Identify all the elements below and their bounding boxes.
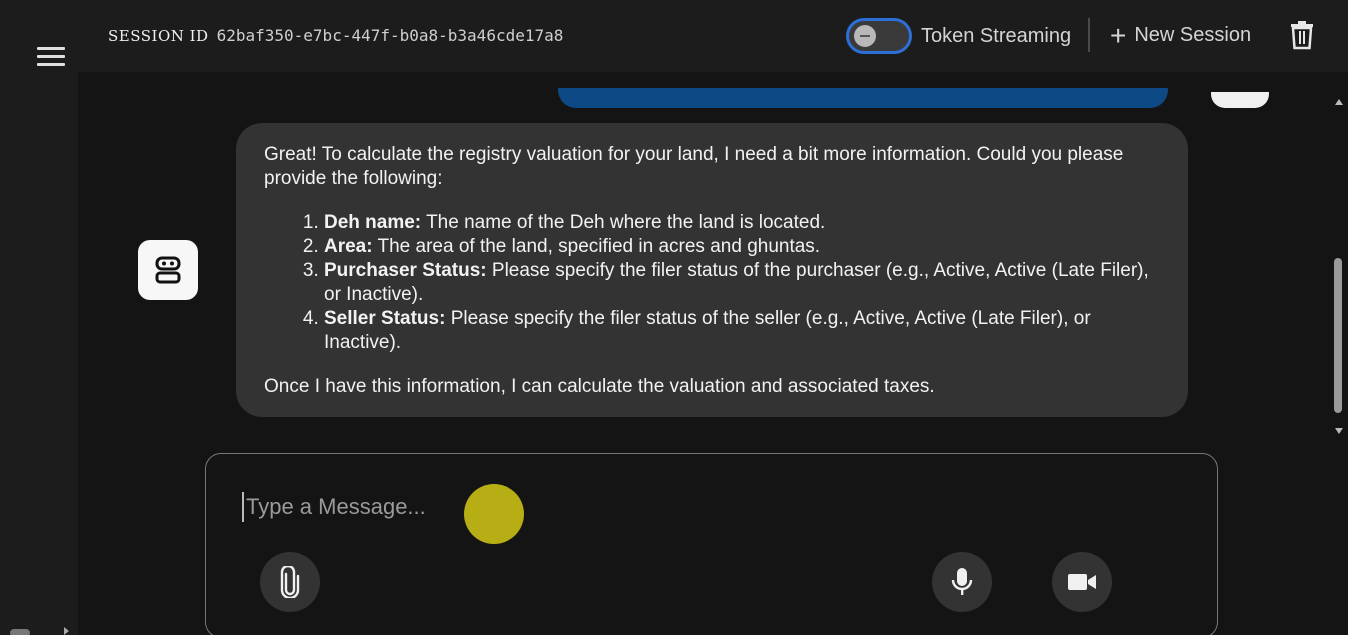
token-streaming-label: Token Streaming (921, 25, 1072, 47)
message-outro: Once I have this information, I can calc… (264, 376, 935, 397)
bot-message-bubble: Great! To calculate the registry valuati… (236, 123, 1188, 417)
list-item-text: The area of the land, specified in acres… (372, 236, 821, 257)
bot-avatar (138, 240, 198, 300)
message-composer (205, 453, 1218, 635)
header-divider (1088, 18, 1090, 52)
sidebar (0, 0, 78, 635)
previous-user-message-bubble (558, 88, 1168, 108)
token-streaming-toggle[interactable] (846, 18, 912, 54)
header-bar: SESSION ID 62baf350-e7bc-447f-b0a8-b3a46… (78, 0, 1348, 72)
robot-icon (155, 256, 181, 284)
message-intro: Great! To calculate the registry valuati… (264, 144, 1124, 189)
scroll-down-arrow-icon[interactable] (1335, 428, 1343, 434)
session-info: SESSION ID 62baf350-e7bc-447f-b0a8-b3a46… (108, 26, 563, 45)
new-session-label: New Session (1134, 24, 1252, 46)
new-session-button[interactable]: + New Session (1110, 19, 1252, 51)
microphone-button[interactable] (932, 552, 992, 612)
attach-button[interactable] (260, 552, 320, 612)
list-item-title: Seller Status: (324, 308, 446, 329)
list-item-title: Deh name: (324, 212, 422, 233)
paperclip-icon (280, 566, 300, 598)
scrollbar-thumb[interactable] (10, 629, 30, 635)
microphone-icon (951, 568, 973, 595)
scroll-right-arrow-icon[interactable] (64, 627, 69, 635)
scrollbar-thumb[interactable] (1334, 258, 1342, 413)
cursor-highlight (464, 484, 524, 544)
list-item: Area: The area of the land, specified in… (324, 235, 1160, 259)
trash-icon[interactable] (1289, 20, 1315, 55)
list-item: Deh name: The name of the Deh where the … (324, 211, 1160, 235)
chat-scrollbar[interactable] (1330, 95, 1348, 440)
video-button[interactable] (1052, 552, 1112, 612)
session-id-value: 62baf350-e7bc-447f-b0a8-b3a46cde17a8 (216, 26, 564, 45)
scroll-up-arrow-icon[interactable] (1335, 99, 1343, 105)
plus-icon: + (1110, 19, 1127, 51)
toggle-knob (854, 25, 876, 47)
list-item-text: The name of the Deh where the land is lo… (421, 212, 826, 233)
list-item: Seller Status: Please specify the filer … (324, 307, 1160, 355)
sidebar-horizontal-scrollbar[interactable] (0, 627, 78, 635)
session-id-label: SESSION ID (108, 27, 209, 45)
list-item: Purchaser Status: Please specify the fil… (324, 259, 1160, 307)
list-item-title: Purchaser Status: (324, 260, 487, 281)
video-camera-icon (1068, 574, 1096, 590)
list-item-title: Area: (324, 236, 373, 257)
user-avatar (1211, 92, 1269, 108)
hamburger-menu-icon[interactable] (37, 47, 65, 67)
message-list: Deh name: The name of the Deh where the … (324, 211, 1160, 355)
